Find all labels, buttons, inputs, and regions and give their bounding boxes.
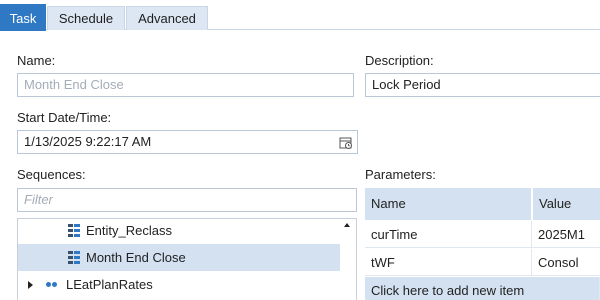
- list-item[interactable]: Month End Close: [18, 244, 340, 271]
- tab-bar: Task Schedule Advanced: [0, 0, 600, 31]
- sequence-icon: [68, 251, 80, 265]
- start-datetime-value: 1/13/2025 9:22:17 AM: [24, 134, 152, 149]
- param-value-cell[interactable]: Consol: [532, 249, 600, 276]
- tab-schedule[interactable]: Schedule: [47, 6, 125, 30]
- column-header-name[interactable]: Name: [365, 188, 532, 220]
- expand-arrow-icon[interactable]: [28, 281, 33, 289]
- calendar-icon[interactable]: [339, 135, 353, 149]
- param-name-cell[interactable]: curTime: [365, 221, 532, 248]
- tab-advanced[interactable]: Advanced: [126, 6, 208, 30]
- tab-task[interactable]: Task: [0, 4, 46, 31]
- description-label: Description:: [365, 53, 434, 68]
- start-datetime-field[interactable]: 1/13/2025 9:22:17 AM: [17, 130, 358, 154]
- sequence-label: LEatPlanRates: [66, 277, 153, 292]
- add-new-item-row[interactable]: Click here to add new item: [365, 277, 600, 300]
- scroll-up-icon[interactable]: [344, 223, 350, 227]
- sequence-label: Entity_Reclass: [86, 223, 172, 238]
- sequence-list: Entity_Reclass Month End Close LEatPlanR…: [17, 218, 357, 300]
- list-item[interactable]: LEatPlanRates: [1, 271, 340, 298]
- name-field[interactable]: Month End Close: [17, 73, 354, 97]
- start-datetime-label: Start Date/Time:: [17, 110, 112, 125]
- param-name-cell[interactable]: tWF: [365, 249, 532, 276]
- list-item[interactable]: Entity_Reclass: [18, 217, 340, 244]
- column-header-value[interactable]: Value: [533, 188, 600, 220]
- sequence-label: Month End Close: [86, 250, 186, 265]
- sequence-icon: [68, 224, 80, 238]
- name-label: Name:: [17, 53, 56, 68]
- description-field[interactable]: Lock Period: [365, 73, 600, 97]
- filter-input[interactable]: Filter: [17, 188, 357, 212]
- param-value-cell[interactable]: 2025M1: [532, 221, 600, 248]
- sequences-label: Sequences:: [17, 167, 86, 182]
- parameters-grid: Name Value curTime 2025M1 tWF Consol Cli…: [365, 188, 600, 300]
- parameters-label: Parameters:: [365, 167, 436, 182]
